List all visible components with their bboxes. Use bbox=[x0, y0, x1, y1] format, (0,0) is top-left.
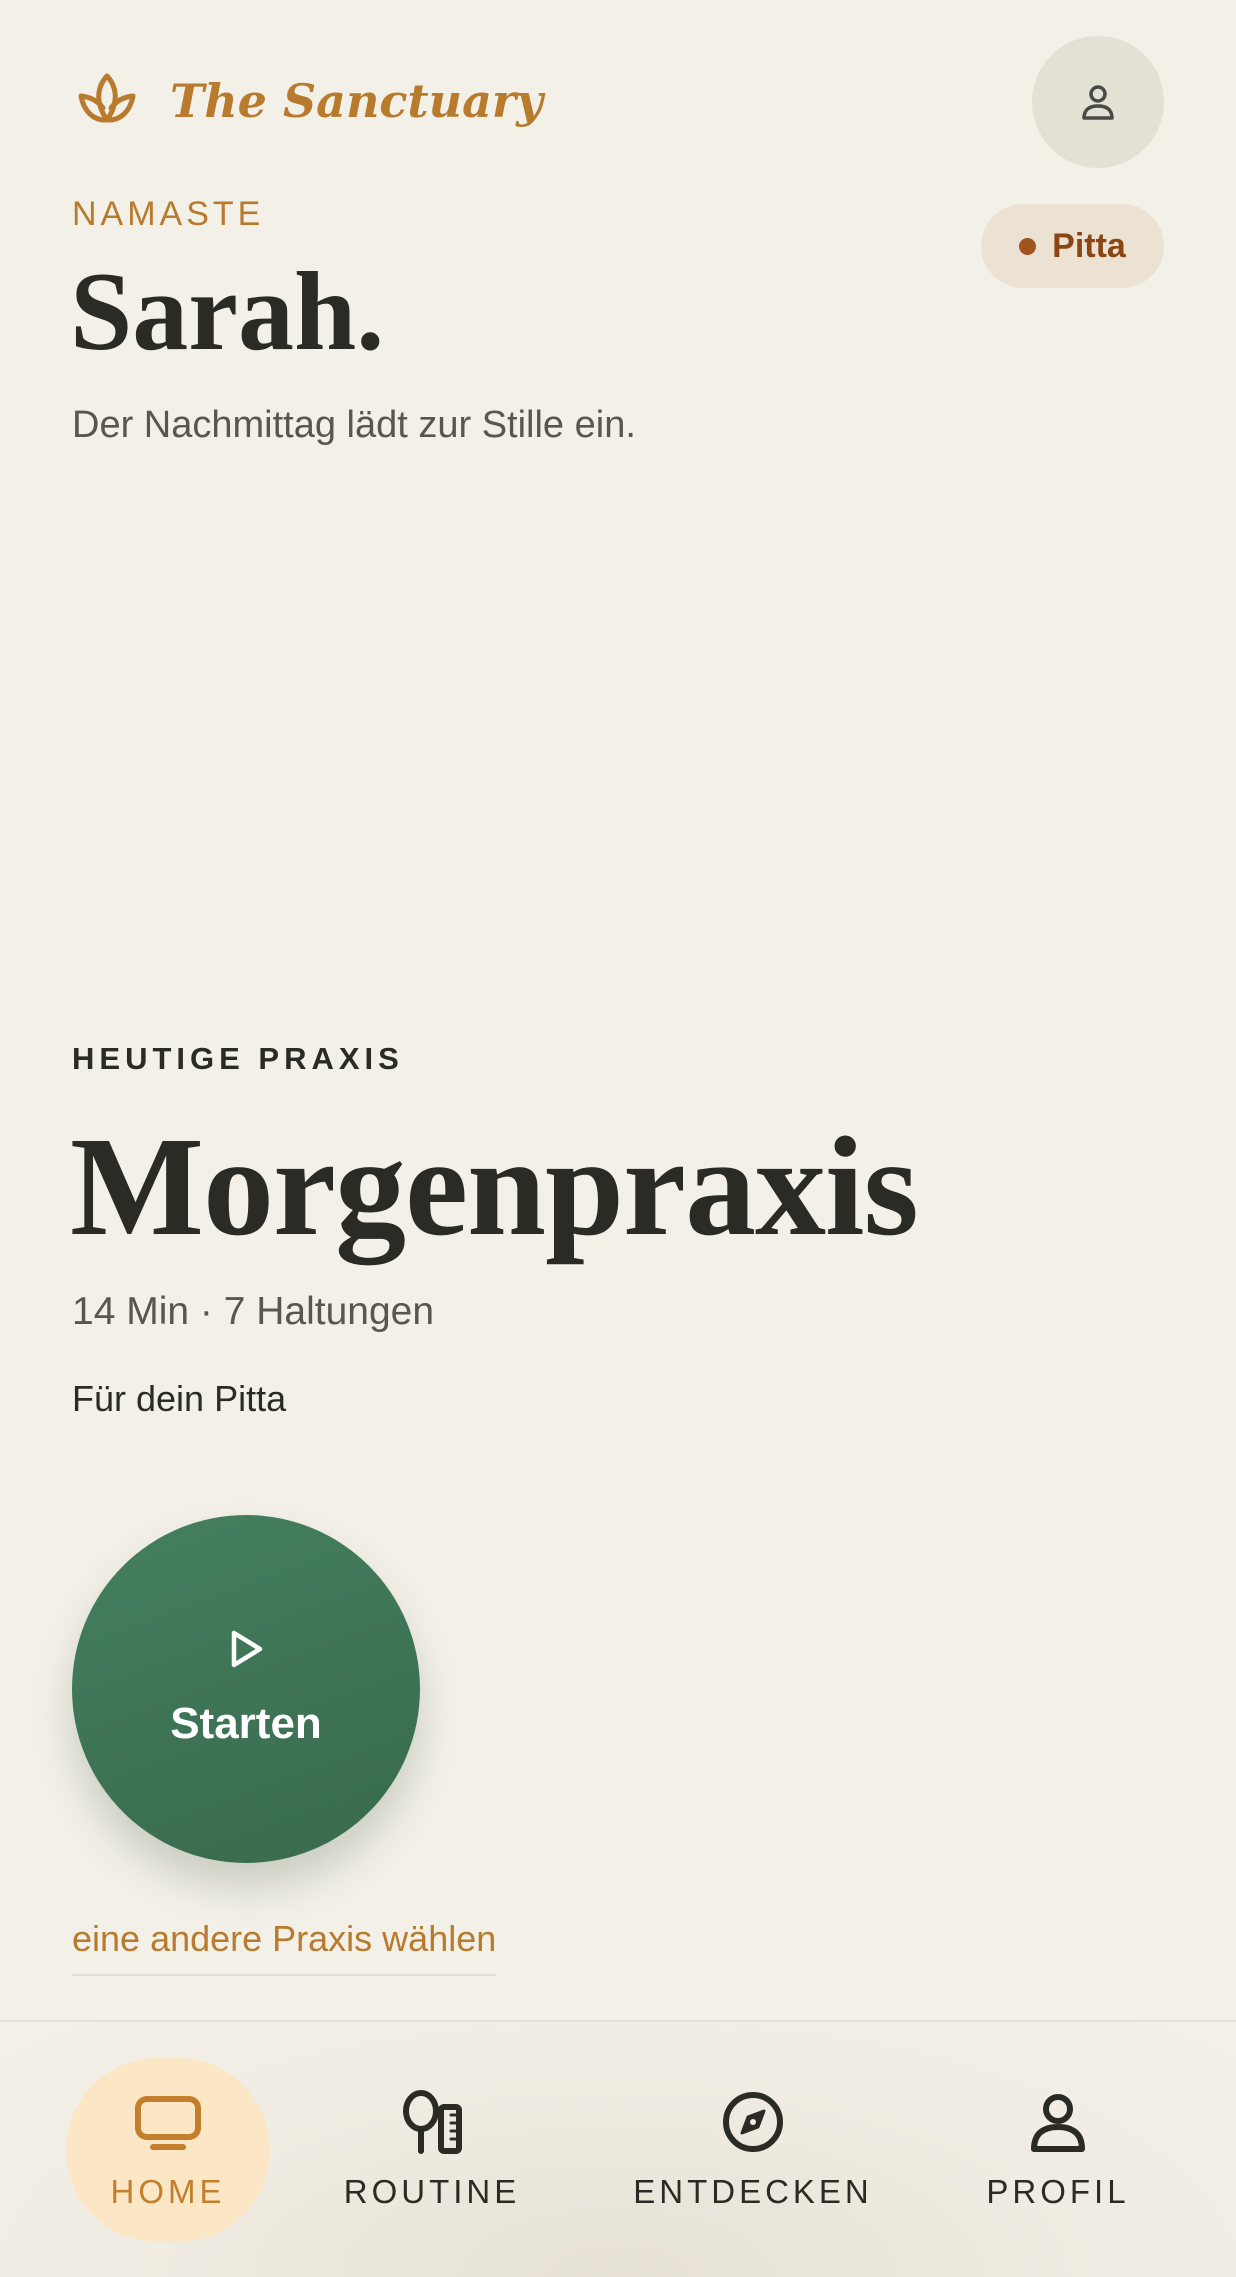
nav-label-profile: PROFIL bbox=[986, 2173, 1130, 2210]
mirror-comb-icon bbox=[403, 2090, 462, 2154]
play-icon bbox=[231, 1630, 263, 1668]
start-button-label: Starten bbox=[170, 1699, 322, 1748]
lotus-icon bbox=[78, 73, 136, 123]
compass-icon bbox=[723, 2092, 783, 2152]
nav-item-home[interactable]: HOME bbox=[66, 2058, 270, 2242]
choose-other-practice-link[interactable]: eine andere Praxis wählen bbox=[72, 1918, 497, 1976]
section-label: HEUTIGE PRAXIS bbox=[72, 1041, 404, 1076]
user-name: Sarah. bbox=[70, 250, 385, 374]
practice-dosha-note: Für dein Pitta bbox=[72, 1378, 287, 1419]
user-icon bbox=[1031, 2094, 1085, 2152]
nav-item-routine[interactable]: ROUTINE bbox=[332, 2058, 532, 2242]
practice-meta: 14 Min · 7 Haltungen bbox=[72, 1290, 435, 1333]
nav-label-home: HOME bbox=[110, 2173, 226, 2210]
start-button[interactable]: Starten bbox=[72, 1515, 420, 1863]
welcome-subtitle: Der Nachmittag lädt zur Stille ein. bbox=[72, 404, 636, 446]
dosha-label: Pitta bbox=[1052, 226, 1126, 265]
nav-item-profile[interactable]: PROFIL bbox=[968, 2058, 1148, 2242]
greeting: NAMASTE bbox=[72, 195, 265, 233]
practice-title: Morgenpraxis bbox=[70, 1107, 919, 1265]
nav-label-routine: ROUTINE bbox=[343, 2173, 521, 2210]
dosha-dot bbox=[1019, 237, 1037, 255]
bottom-nav: HOME ROUTINE ENTDECKEN PROFIL bbox=[0, 2020, 1236, 2277]
brand-name: The Sanctuary bbox=[170, 74, 543, 128]
nav-label-discover: ENTDECKEN bbox=[633, 2173, 873, 2210]
dosha-badge[interactable]: Pitta bbox=[981, 204, 1164, 288]
user-icon bbox=[1082, 85, 1114, 120]
nav-item-discover[interactable]: ENTDECKEN bbox=[630, 2058, 876, 2242]
tv-icon bbox=[135, 2096, 201, 2150]
profile-button[interactable] bbox=[1032, 36, 1164, 168]
